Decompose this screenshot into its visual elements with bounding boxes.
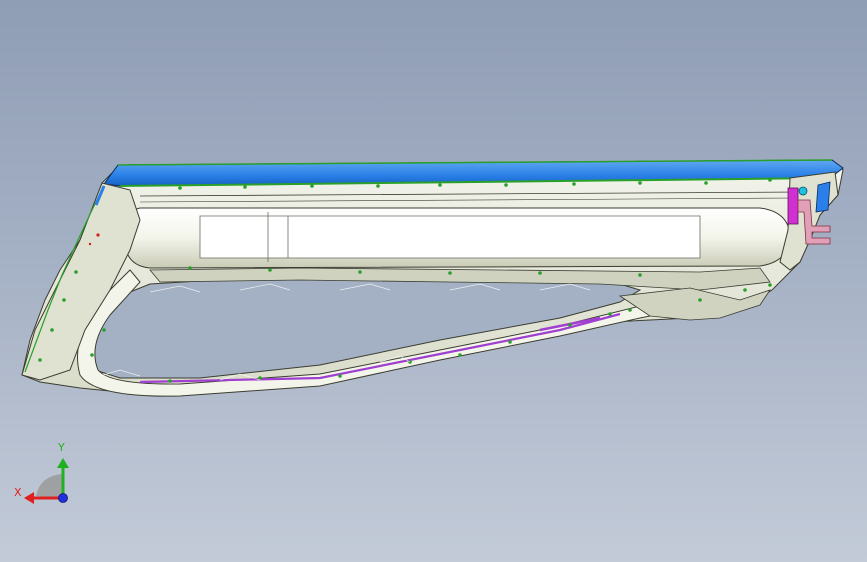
triad-x-arrow-icon	[24, 492, 34, 504]
triad-y-label: Y	[58, 441, 65, 454]
right-blue-bracket	[815, 181, 831, 213]
triad-z-dot-icon	[58, 493, 68, 503]
triad-y-arrow-icon	[57, 458, 69, 468]
magenta-clip	[787, 187, 799, 225]
triad-cone	[36, 474, 62, 498]
coordinate-triad	[24, 458, 69, 504]
triad-x-label: X	[14, 486, 22, 499]
graphics-viewport[interactable]: Y X	[0, 0, 867, 562]
cad-model-view[interactable]	[0, 0, 867, 562]
header-tube-inner	[199, 215, 701, 259]
cyan-marker	[798, 186, 808, 196]
